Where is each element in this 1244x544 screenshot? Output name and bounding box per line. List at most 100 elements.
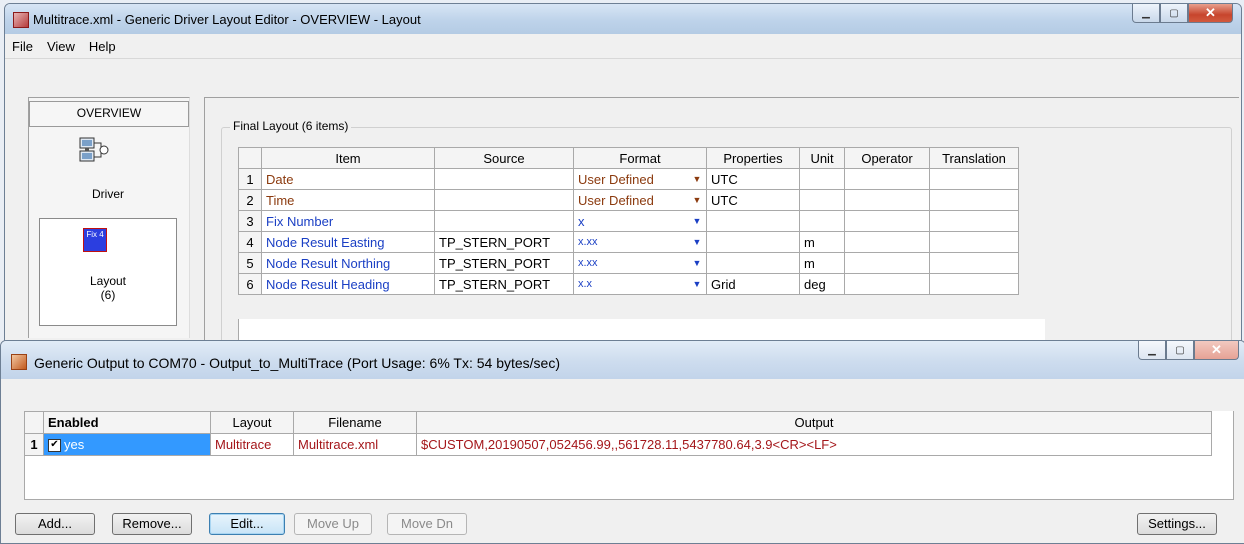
format-value: User Defined xyxy=(578,192,654,208)
item-cell[interactable]: Time xyxy=(261,189,435,211)
maximize-button[interactable]: ▢ xyxy=(1166,341,1194,360)
format-dropdown[interactable]: User Defined ▼ xyxy=(573,189,707,211)
chevron-down-icon[interactable]: ▼ xyxy=(690,172,704,186)
translation-cell[interactable] xyxy=(929,231,1019,253)
column-header-properties[interactable]: Properties xyxy=(706,147,800,169)
properties-cell[interactable] xyxy=(706,252,800,274)
properties-cell[interactable]: Grid xyxy=(706,273,800,295)
item-cell[interactable]: Node Result Northing xyxy=(261,252,435,274)
properties-cell[interactable] xyxy=(706,210,800,232)
sidebar-item-layout[interactable] xyxy=(39,218,177,326)
row-number: 3 xyxy=(238,210,262,232)
menu-help[interactable]: Help xyxy=(82,39,123,54)
title-bar[interactable]: Multitrace.xml - Generic Driver Layout E… xyxy=(5,4,1241,34)
column-header-operator[interactable]: Operator xyxy=(844,147,930,169)
column-header-translation[interactable]: Translation xyxy=(929,147,1019,169)
operator-cell[interactable] xyxy=(844,231,930,253)
minimize-button[interactable]: ▁ xyxy=(1138,341,1166,360)
source-cell[interactable] xyxy=(434,189,574,211)
chevron-down-icon[interactable]: ▼ xyxy=(690,235,704,249)
output-cell[interactable]: $CUSTOM,20190507,052456.99,,561728.11,54… xyxy=(416,433,1212,456)
table-row[interactable]: 6 Node Result Heading TP_STERN_PORT x.x ▼… xyxy=(238,273,1019,295)
menu-file[interactable]: File xyxy=(5,39,40,54)
edit-button[interactable]: Edit... xyxy=(209,513,285,535)
translation-cell[interactable] xyxy=(929,168,1019,190)
filename-cell[interactable]: Multitrace.xml xyxy=(293,433,417,456)
table-row[interactable]: 3 Fix Number x ▼ xyxy=(238,210,1019,232)
format-dropdown[interactable]: x.x ▼ xyxy=(573,273,707,295)
source-cell[interactable]: TP_STERN_PORT xyxy=(434,252,574,274)
row-number-header xyxy=(24,411,44,434)
minimize-button[interactable]: ▁ xyxy=(1132,4,1160,23)
column-header-source[interactable]: Source xyxy=(434,147,574,169)
source-cell[interactable]: TP_STERN_PORT xyxy=(434,231,574,253)
operator-cell[interactable] xyxy=(844,168,930,190)
driver-icon[interactable] xyxy=(77,136,111,166)
table-row[interactable]: 1 Date User Defined ▼ UTC xyxy=(238,168,1019,190)
menu-view[interactable]: View xyxy=(40,39,82,54)
translation-cell[interactable] xyxy=(929,252,1019,274)
table-row[interactable]: 4 Node Result Easting TP_STERN_PORT x.xx… xyxy=(238,231,1019,253)
format-dropdown[interactable]: x.xx ▼ xyxy=(573,231,707,253)
unit-cell[interactable]: m xyxy=(799,231,845,253)
close-button[interactable]: ✕ xyxy=(1194,341,1239,360)
translation-cell[interactable] xyxy=(929,189,1019,211)
format-dropdown[interactable]: User Defined ▼ xyxy=(573,168,707,190)
table-row[interactable]: 5 Node Result Northing TP_STERN_PORT x.x… xyxy=(238,252,1019,274)
table-row[interactable]: 1 ✔ yes Multitrace Multitrace.xml $CUSTOM… xyxy=(24,433,1212,456)
column-header-enabled[interactable]: Enabled xyxy=(43,411,211,434)
chevron-down-icon[interactable]: ▼ xyxy=(690,277,704,291)
add-button[interactable]: Add... xyxy=(15,513,95,535)
grid-empty-area[interactable] xyxy=(238,319,1045,341)
unit-cell[interactable] xyxy=(799,210,845,232)
unit-cell[interactable]: m xyxy=(799,252,845,274)
source-cell[interactable] xyxy=(434,168,574,190)
operator-cell[interactable] xyxy=(844,252,930,274)
operator-cell[interactable] xyxy=(844,273,930,295)
unit-cell[interactable] xyxy=(799,168,845,190)
item-cell[interactable]: Node Result Easting xyxy=(261,231,435,253)
title-bar[interactable]: Generic Output to COM70 - Output_to_Mult… xyxy=(1,341,1244,379)
item-cell[interactable]: Fix Number xyxy=(261,210,435,232)
properties-cell[interactable]: UTC xyxy=(706,189,800,211)
source-cell[interactable] xyxy=(434,210,574,232)
operator-cell[interactable] xyxy=(844,189,930,211)
table-row[interactable]: 2 Time User Defined ▼ UTC xyxy=(238,189,1019,211)
grid-header-row: Enabled Layout Filename Output xyxy=(24,411,1212,434)
format-dropdown[interactable]: x ▼ xyxy=(573,210,707,232)
chevron-down-icon[interactable]: ▼ xyxy=(690,256,704,270)
minimize-icon: ▁ xyxy=(1142,7,1150,19)
unit-cell[interactable]: deg xyxy=(799,273,845,295)
unit-cell[interactable] xyxy=(799,189,845,211)
sidebar-item-driver[interactable]: Driver xyxy=(29,187,187,201)
item-cell[interactable]: Date xyxy=(261,168,435,190)
move-down-button[interactable]: Move Dn xyxy=(387,513,467,535)
chevron-down-icon[interactable]: ▼ xyxy=(690,214,704,228)
sidebar-item-count: (6) xyxy=(100,288,116,302)
translation-cell[interactable] xyxy=(929,273,1019,295)
source-cell[interactable]: TP_STERN_PORT xyxy=(434,273,574,295)
properties-cell[interactable]: UTC xyxy=(706,168,800,190)
column-header-output[interactable]: Output xyxy=(416,411,1212,434)
move-up-button[interactable]: Move Up xyxy=(294,513,372,535)
enabled-checkbox[interactable]: ✔ xyxy=(48,439,61,453)
overview-header[interactable]: OVERVIEW xyxy=(29,101,189,127)
column-header-layout[interactable]: Layout xyxy=(210,411,294,434)
remove-button[interactable]: Remove... xyxy=(112,513,192,535)
column-header-unit[interactable]: Unit xyxy=(799,147,845,169)
chevron-down-icon[interactable]: ▼ xyxy=(690,193,704,207)
translation-cell[interactable] xyxy=(929,210,1019,232)
close-button[interactable]: ✕ xyxy=(1188,4,1233,23)
column-header-item[interactable]: Item xyxy=(261,147,435,169)
enabled-cell[interactable]: ✔ yes xyxy=(43,433,211,456)
operator-cell[interactable] xyxy=(844,210,930,232)
item-cell[interactable]: Node Result Heading xyxy=(261,273,435,295)
column-header-filename[interactable]: Filename xyxy=(293,411,417,434)
format-dropdown[interactable]: x.xx ▼ xyxy=(573,252,707,274)
settings-button[interactable]: Settings... xyxy=(1137,513,1217,535)
column-header-format[interactable]: Format xyxy=(573,147,707,169)
row-number: 4 xyxy=(238,231,262,253)
layout-cell[interactable]: Multitrace xyxy=(210,433,294,456)
properties-cell[interactable] xyxy=(706,231,800,253)
maximize-button[interactable]: ▢ xyxy=(1160,4,1188,23)
